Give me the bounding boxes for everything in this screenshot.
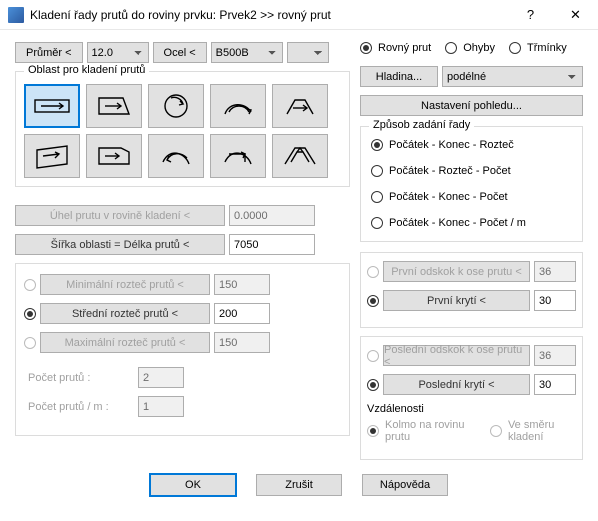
last-offset-input xyxy=(534,345,576,366)
steel-select[interactable]: B500B xyxy=(211,42,283,63)
shape-9[interactable] xyxy=(210,134,266,178)
view-settings-button[interactable]: Nastavení pohledu... xyxy=(360,95,583,116)
dist-perp-radio: Kolmo na rovinu prutu xyxy=(367,419,472,443)
window-title: Kladení řady prutů do roviny prvku: Prve… xyxy=(30,8,508,22)
type-bends-radio[interactable]: Ohyby xyxy=(445,42,495,54)
last-offset-group: Poslední odskok k ose prutu < Poslední k… xyxy=(360,336,583,460)
help-button[interactable]: Nápověda xyxy=(362,474,448,496)
angle-label: Úhel prutu v rovině kladení < xyxy=(15,205,225,226)
first-offset-group: První odskok k ose prutu < První krytí < xyxy=(360,252,583,328)
first-cover-label[interactable]: První krytí < xyxy=(383,290,530,311)
count-input xyxy=(138,367,184,388)
steel-button[interactable]: Ocel < xyxy=(153,42,207,63)
method-3-radio[interactable]: Počátek - Konec - Počet xyxy=(371,191,572,203)
shape-5[interactable] xyxy=(272,84,328,128)
diameter-select[interactable]: 12.0 xyxy=(87,42,149,63)
mid-spacing-input[interactable] xyxy=(214,303,270,324)
shape-1[interactable] xyxy=(24,84,80,128)
method-group: Způsob zadání řady Počátek - Konec - Roz… xyxy=(360,126,583,242)
first-offset-label: První odskok k ose prutu < xyxy=(383,261,530,282)
min-spacing-label: Minimální rozteč prutů < xyxy=(40,274,210,295)
dist-along-radio: Ve směru kladení xyxy=(490,419,576,443)
min-spacing-input xyxy=(214,274,270,295)
countm-input xyxy=(138,396,184,417)
type-straight-radio[interactable]: Rovný prut xyxy=(360,42,431,54)
app-icon xyxy=(8,7,24,23)
ok-button[interactable]: OK xyxy=(150,474,236,496)
first-cover-input[interactable] xyxy=(534,290,576,311)
mid-spacing-radio[interactable] xyxy=(24,308,36,320)
max-spacing-label: Maximální rozteč prutů < xyxy=(40,332,210,353)
count-label: Počet prutů : xyxy=(24,372,134,384)
cancel-button[interactable]: Zrušit xyxy=(256,474,342,496)
type-stirrups-radio[interactable]: Třmínky xyxy=(509,42,567,54)
extra-select[interactable] xyxy=(287,42,329,63)
titlebar: Kladení řady prutů do roviny prvku: Prve… xyxy=(0,0,598,30)
diameter-button[interactable]: Průměr < xyxy=(15,42,83,63)
spacing-group: Minimální rozteč prutů < Střední rozteč … xyxy=(15,263,350,436)
max-spacing-radio xyxy=(24,337,36,349)
last-cover-radio[interactable] xyxy=(367,379,379,391)
shape-group-title: Oblast pro kladení prutů xyxy=(24,64,149,76)
layer-select[interactable]: podélné xyxy=(442,66,583,87)
width-input[interactable] xyxy=(229,234,315,255)
min-spacing-radio xyxy=(24,279,36,291)
width-label[interactable]: Šířka oblasti = Délka prutů < xyxy=(15,234,225,255)
method-4-radio[interactable]: Počátek - Konec - Počet / m xyxy=(371,217,572,229)
max-spacing-input xyxy=(214,332,270,353)
shape-3[interactable] xyxy=(148,84,204,128)
close-icon[interactable]: ✕ xyxy=(553,0,598,30)
shape-8[interactable] xyxy=(148,134,204,178)
first-offset-input xyxy=(534,261,576,282)
method-2-radio[interactable]: Počátek - Rozteč - Počet xyxy=(371,165,572,177)
countm-label: Počet prutů / m : xyxy=(24,401,134,413)
method-title: Způsob zadání řady xyxy=(369,119,474,131)
shape-7[interactable] xyxy=(86,134,142,178)
last-cover-label[interactable]: Poslední krytí < xyxy=(383,374,530,395)
shape-2[interactable] xyxy=(86,84,142,128)
last-offset-label: Poslední odskok k ose prutu < xyxy=(383,345,530,366)
shape-6[interactable] xyxy=(24,134,80,178)
shape-group: Oblast pro kladení prutů xyxy=(15,71,350,187)
help-icon[interactable]: ? xyxy=(508,0,553,30)
last-offset-radio xyxy=(367,350,379,362)
distances-title: Vzdálenosti xyxy=(367,403,576,415)
method-1-radio[interactable]: Počátek - Konec - Rozteč xyxy=(371,139,572,151)
first-cover-radio[interactable] xyxy=(367,295,379,307)
first-offset-radio xyxy=(367,266,379,278)
angle-input xyxy=(229,205,315,226)
layer-button[interactable]: Hladina... xyxy=(360,66,438,87)
shape-4[interactable] xyxy=(210,84,266,128)
mid-spacing-label[interactable]: Střední rozteč prutů < xyxy=(40,303,210,324)
last-cover-input[interactable] xyxy=(534,374,576,395)
shape-10[interactable] xyxy=(272,134,328,178)
